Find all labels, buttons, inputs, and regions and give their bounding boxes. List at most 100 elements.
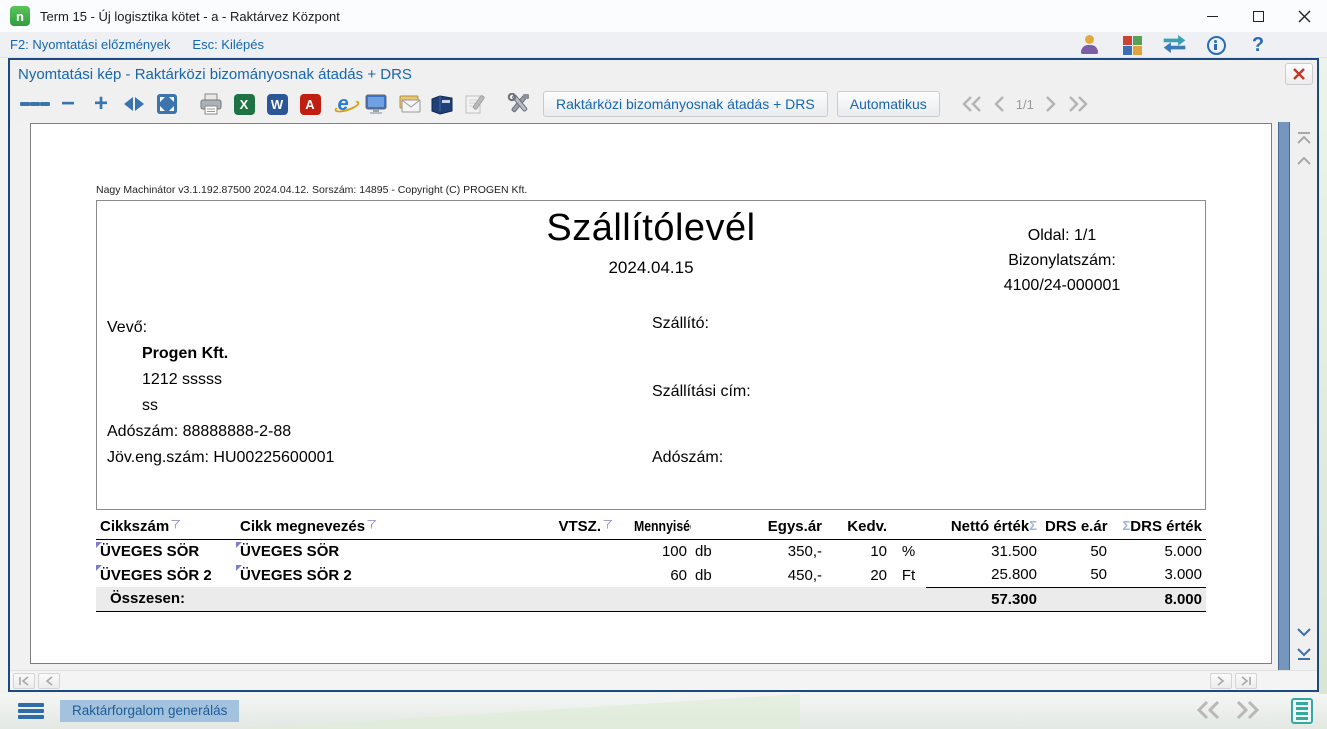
archive-folder-icon [430,93,454,115]
modules-grid-icon [1123,36,1142,55]
export-pdf-button[interactable]: A [295,90,325,118]
modules-button[interactable] [1119,34,1145,56]
shipping-address-label: Szállítási cím: [652,383,751,401]
maximize-icon [1253,11,1264,22]
vertical-scroll-column [1290,122,1317,670]
monitor-icon [364,93,388,115]
header-drs-ertek[interactable]: ΣDRS érték [1111,515,1206,539]
item-vtsz [541,539,616,563]
header-cikk-megnevezes[interactable]: Cikk megnevezés [236,515,541,539]
fit-width-button[interactable] [119,90,149,118]
header-mennyiseg[interactable]: Mennyiség [616,515,691,539]
scroll-left-button[interactable] [38,673,60,689]
preview-toolbar: − + X W A e [10,86,1317,122]
item-price: 350,- [736,539,826,563]
total-drs-value: 8.000 [1111,587,1206,611]
scroll-last-button[interactable] [1235,673,1257,689]
header-cikkszam[interactable]: Cikkszám [96,515,236,539]
system-info-line: Nagy Machinátor v3.1.192.87500 2024.04.1… [96,184,527,196]
scroll-up-button[interactable] [1293,150,1315,170]
item-code[interactable]: ÜVEGES SÖR 2 [96,563,236,587]
menu-item-print-history[interactable]: F2: Nyomtatási előzmények [10,37,170,52]
scroll-to-bottom-button[interactable] [1293,644,1315,664]
header-vtsz[interactable]: VTSZ. [541,515,616,539]
item-name[interactable]: ÜVEGES SÖR 2 [236,563,541,587]
header-drs-ear[interactable]: DRS e.ár [1041,515,1111,539]
total-drs-price-spacer [1041,587,1111,611]
close-button[interactable] [1281,0,1327,32]
task-tab-raktarforgalom[interactable]: Raktárforgalom generálás [60,700,239,722]
horizontal-scrollbar[interactable] [10,670,1317,690]
first-page-icon[interactable] [961,95,983,113]
items-table: Cikkszám Cikk megnevezés VTSZ. Mennyiség… [96,515,1206,612]
page-label: Oldal: 1/1 [947,223,1177,248]
item-drs-price: 50 [1041,539,1111,563]
screen-view-button[interactable] [361,90,391,118]
settings-button[interactable] [504,90,534,118]
user-button[interactable] [1077,34,1103,56]
header-egysar[interactable]: Egys.ár [736,515,826,539]
item-unit: db [691,563,736,587]
maximize-button[interactable] [1235,0,1281,32]
item-price: 450,- [736,563,826,587]
edit-button[interactable] [460,90,490,118]
statusbar-menu-button[interactable] [18,701,44,721]
menu-bar: F2: Nyomtatási előzmények Esc: Kilépés ? [0,32,1327,58]
menu-icons: ? [1077,32,1271,58]
email-button[interactable] [394,90,424,118]
preview-side-strip [1278,122,1290,670]
next-page-icon[interactable] [1044,95,1057,113]
item-net-value: 25.800 [926,563,1041,587]
print-preview-panel: Nyomtatási kép - Raktárközi bizományosna… [8,58,1319,692]
print-button[interactable] [196,90,226,118]
info-button[interactable] [1203,34,1229,56]
item-code[interactable]: ÜVEGES SÖR [96,539,236,563]
zoom-out-button[interactable]: − [53,90,83,118]
help-button[interactable]: ? [1245,34,1271,56]
total-spacer [541,587,926,611]
page-indicator: 1/1 [1016,97,1034,112]
export-html-button[interactable]: e [328,90,358,118]
scroll-to-top-button[interactable] [1293,128,1315,148]
item-drs-value: 3.000 [1111,563,1206,587]
filter-icon [603,520,612,529]
statusbar-decor [240,694,800,729]
scroll-right-button[interactable] [1210,673,1232,689]
statusbar-prev-icon[interactable] [1195,700,1221,720]
mail-icon [397,93,421,115]
header-kedv[interactable]: Kedv. [826,515,891,539]
customer-excise-number: Jöv.eng.szám: HU00225600001 [107,445,334,471]
zoom-in-button[interactable]: + [86,90,116,118]
item-net-value: 31.500 [926,539,1041,563]
window-edge-skin [1319,58,1327,694]
archive-button[interactable] [427,90,457,118]
task-list-button[interactable] [1291,698,1313,724]
scroll-down-button[interactable] [1293,622,1315,642]
scroll-first-button[interactable] [13,673,35,689]
report-type-button[interactable]: Raktárközi bizományosnak átadás + DRS [543,91,828,117]
menu-item-exit[interactable]: Esc: Kilépés [192,37,264,52]
app-logo-icon: n [10,6,30,26]
export-word-button[interactable]: W [262,90,292,118]
supplier-label: Szállító: [652,315,751,333]
customer-address1: 1212 sssss [142,367,334,393]
minimize-button[interactable] [1189,0,1235,32]
export-excel-button[interactable]: X [229,90,259,118]
previous-page-icon[interactable] [993,95,1006,113]
customer-address2: ss [142,393,334,419]
switch-button[interactable] [1161,34,1187,56]
window-title: Term 15 - Új logisztika kötet - a - Rakt… [40,9,340,24]
auto-mode-button[interactable]: Automatikus [837,91,940,117]
last-page-icon[interactable] [1067,95,1089,113]
chevron-right-icon [1217,676,1225,686]
preview-menu-button[interactable] [20,90,50,118]
fit-page-button[interactable] [152,90,182,118]
item-name[interactable]: ÜVEGES SÖR [236,539,541,563]
preview-close-button[interactable] [1285,63,1313,85]
title-bar: n Term 15 - Új logisztika kötet - a - Ra… [0,0,1327,32]
scroll-last-icon [1240,676,1252,686]
header-netto-ertek[interactable]: Nettó értékΣ [926,515,1041,539]
statusbar-next-icon[interactable] [1235,700,1261,720]
item-discount-unit: Ft [891,563,926,587]
total-row: Összesen: 57.300 8.000 [96,587,1206,611]
